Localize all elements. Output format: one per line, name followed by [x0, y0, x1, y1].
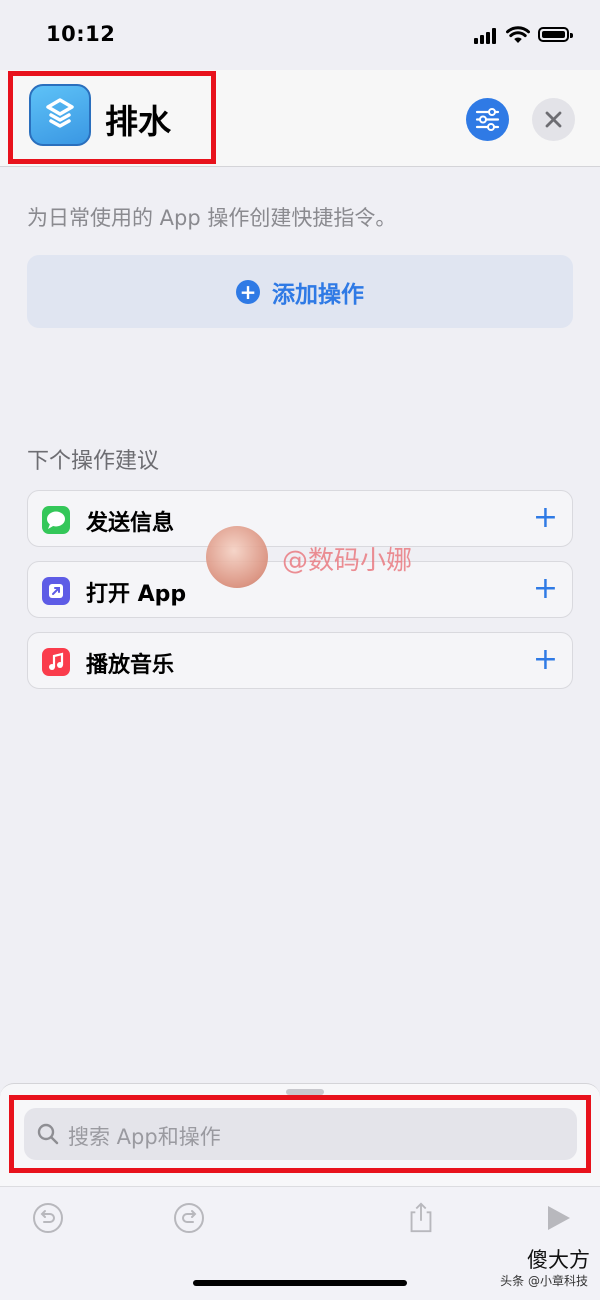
- watermark-avatar: [206, 526, 268, 588]
- suggestion-label: 打开 App: [86, 582, 187, 607]
- shortcut-title[interactable]: 排水: [105, 95, 171, 143]
- shortcut-icon[interactable]: [29, 84, 91, 146]
- play-icon[interactable]: [541, 1201, 575, 1235]
- music-icon: [42, 648, 70, 676]
- suggestion-label: 播放音乐: [86, 653, 175, 678]
- add-action-button[interactable]: + 添加操作: [27, 255, 573, 328]
- wifi-icon: [506, 26, 530, 43]
- shortcuts-layers-icon: [46, 98, 74, 128]
- messages-icon: [42, 506, 70, 534]
- cellular-signal-icon: [474, 28, 498, 44]
- corner-watermark: 傻大方: [527, 1248, 590, 1272]
- sliders-icon: [475, 108, 500, 131]
- watermark-text: @数码小娜: [282, 546, 413, 576]
- plus-icon[interactable]: +: [533, 572, 558, 606]
- plus-circle-icon: +: [236, 279, 260, 304]
- close-icon: [545, 111, 562, 128]
- open-app-icon: [42, 577, 70, 605]
- suggestion-row-play-music[interactable]: 播放音乐 +: [27, 632, 573, 689]
- plus-icon[interactable]: +: [533, 501, 558, 535]
- suggestion-label: 发送信息: [86, 511, 175, 536]
- status-time: 10:12: [46, 22, 116, 46]
- add-action-label: 添加操作: [272, 281, 364, 308]
- sheet-grabber[interactable]: [286, 1089, 324, 1095]
- battery-icon: [538, 27, 573, 42]
- home-indicator: [193, 1280, 407, 1286]
- settings-button[interactable]: [466, 98, 509, 141]
- close-button[interactable]: [532, 98, 575, 141]
- shortcut-description: 为日常使用的 App 操作创建快捷指令。: [27, 206, 397, 230]
- redo-icon[interactable]: [172, 1201, 206, 1235]
- suggestions-title: 下个操作建议: [27, 449, 160, 474]
- plus-icon[interactable]: +: [533, 643, 558, 677]
- search-icon: [37, 1123, 59, 1145]
- share-icon[interactable]: [404, 1200, 438, 1234]
- search-input[interactable]: 搜索 App和操作: [24, 1108, 577, 1160]
- search-placeholder: 搜索 App和操作: [68, 1125, 221, 1149]
- suggestion-row-send-message[interactable]: 发送信息 +: [27, 490, 573, 547]
- undo-icon[interactable]: [31, 1201, 65, 1235]
- corner-watermark-source: 头条 @小章科技: [500, 1274, 588, 1288]
